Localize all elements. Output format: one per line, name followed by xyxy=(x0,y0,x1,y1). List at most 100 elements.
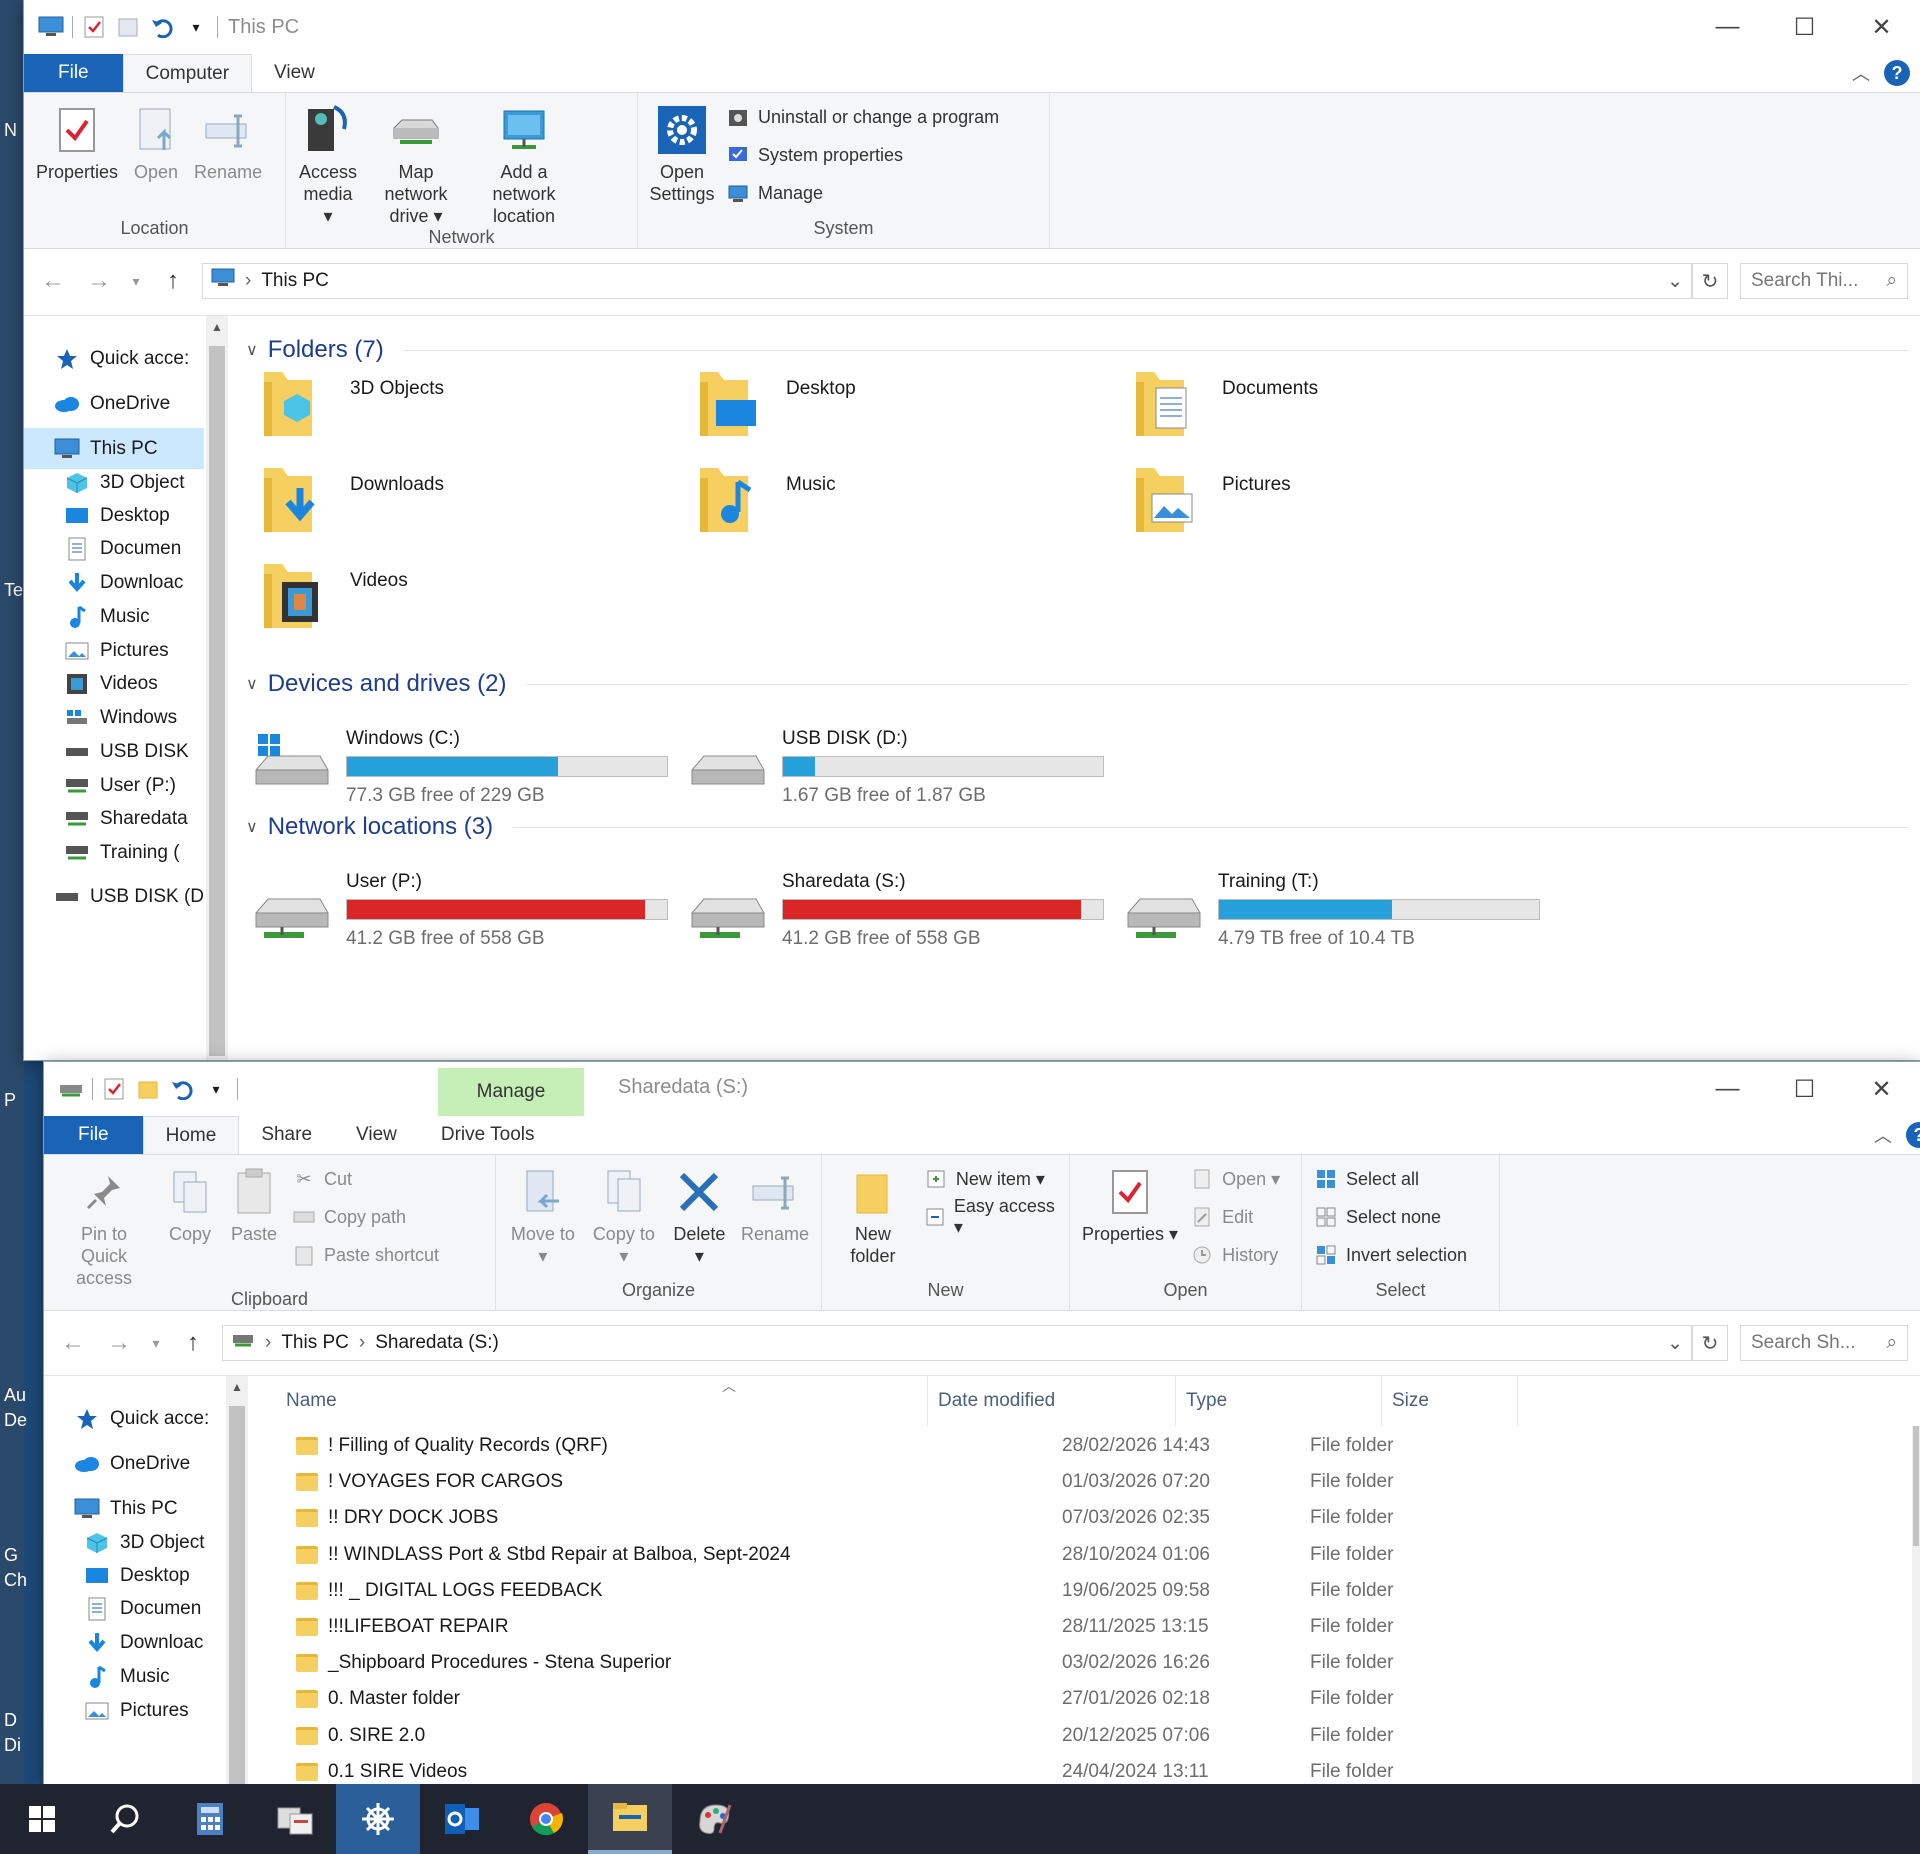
folder-tile[interactable]: Documents xyxy=(1132,366,1318,442)
file-manager-icon[interactable] xyxy=(252,1784,336,1854)
copy-button[interactable]: Copy xyxy=(158,1163,222,1245)
table-row[interactable]: 0.1 SIRE Videos 24/04/2024 13:11 File fold… xyxy=(252,1754,1920,1784)
search-input[interactable]: Search Sh... ⌕ xyxy=(1740,1325,1908,1361)
help-icon[interactable]: ? xyxy=(1884,60,1910,86)
drive-tile[interactable]: Training (T:) 4.79 TB free of 10.4 TB xyxy=(1124,865,1540,950)
context-tab-manage[interactable]: Manage xyxy=(438,1068,584,1116)
new-folder-icon[interactable] xyxy=(115,14,141,40)
tab-view[interactable]: View xyxy=(252,54,337,92)
qat-dropdown-icon[interactable]: ▾ xyxy=(203,1076,229,1102)
tab-view[interactable]: View xyxy=(334,1116,419,1154)
search-icon[interactable] xyxy=(84,1784,168,1854)
calculator-icon[interactable] xyxy=(168,1784,252,1854)
table-row[interactable]: 0. Master folder 27/01/2026 02:18 File fol… xyxy=(252,1681,1920,1717)
cut-button[interactable]: ✂ Cut xyxy=(292,1163,439,1195)
history-button[interactable]: History xyxy=(1190,1239,1280,1271)
maximize-button[interactable]: ☐ xyxy=(1766,1062,1843,1116)
table-row[interactable]: !! WINDLASS Port & Stbd Repair at Balboa… xyxy=(252,1537,1920,1573)
folder-tile[interactable]: Music xyxy=(696,462,836,538)
up-button[interactable]: ↑ xyxy=(176,1329,210,1357)
forward-button[interactable]: → xyxy=(82,267,116,295)
table-row[interactable]: !! DRY DOCK JOBS 07/03/2026 02:35 File fol… xyxy=(252,1500,1920,1536)
system-properties-button[interactable]: System properties xyxy=(726,139,999,171)
breadcrumb-this-pc[interactable]: This PC xyxy=(261,270,329,292)
sidebar-item[interactable]: USB DISK (D xyxy=(24,876,204,917)
drive-tile[interactable]: USB DISK (D:) 1.67 GB free of 1.87 GB xyxy=(688,722,1104,807)
breadcrumb-sharedata[interactable]: Sharedata (S:) xyxy=(375,1332,499,1354)
delete-button[interactable]: Delete ▾ xyxy=(664,1163,735,1267)
nav-scrollbar[interactable]: ▲ xyxy=(226,1376,248,1784)
close-button[interactable]: ✕ xyxy=(1843,1062,1920,1116)
column-size[interactable]: Size xyxy=(1382,1376,1518,1426)
paste-button[interactable]: Paste xyxy=(222,1163,286,1245)
uninstall-program-button[interactable]: Uninstall or change a program xyxy=(726,101,999,133)
move-to-button[interactable]: Move to ▾ xyxy=(502,1163,584,1267)
properties-button[interactable]: Properties xyxy=(30,101,124,183)
file-explorer-icon[interactable] xyxy=(588,1784,672,1854)
chevron-down-icon[interactable]: ⌄ xyxy=(1667,1332,1683,1355)
maximize-button[interactable]: ☐ xyxy=(1766,0,1843,54)
sidebar-item[interactable]: OneDrive xyxy=(24,383,204,424)
new-item-button[interactable]: New item ▾ xyxy=(924,1163,1057,1195)
close-button[interactable]: ✕ xyxy=(1843,0,1920,54)
copy-to-button[interactable]: Copy to ▾ xyxy=(584,1163,664,1267)
table-row[interactable]: 0. SIRE 2.0 20/12/2025 07:06 File folder xyxy=(252,1718,1920,1754)
search-input[interactable]: Search Thi... ⌕ xyxy=(1740,263,1908,299)
map-network-drive-button[interactable]: Map network drive ▾ xyxy=(364,101,468,227)
copy-path-button[interactable]: Copy path xyxy=(292,1201,439,1233)
ship-helm-icon[interactable] xyxy=(336,1784,420,1854)
folder-tile[interactable]: Videos xyxy=(260,558,408,634)
collapse-ribbon-icon[interactable]: ︿ xyxy=(1874,1122,1892,1148)
qat-dropdown-icon[interactable]: ▾ xyxy=(183,14,209,40)
rename-button[interactable]: Rename xyxy=(735,1163,815,1245)
paste-shortcut-button[interactable]: Paste shortcut xyxy=(292,1239,439,1271)
minimize-button[interactable]: — xyxy=(1689,0,1766,54)
add-network-location-button[interactable]: Add a network location xyxy=(468,101,580,227)
sidebar-item[interactable]: Quick acce: xyxy=(24,338,204,379)
table-row[interactable]: !!!LIFEBOAT REPAIR 28/11/2025 13:15 File f… xyxy=(252,1609,1920,1645)
new-folder-button[interactable]: New folder xyxy=(828,1163,918,1267)
tab-home[interactable]: Home xyxy=(142,1116,240,1154)
table-row[interactable]: _Shipboard Procedures - Stena Superior 03… xyxy=(252,1645,1920,1681)
drive-tile[interactable]: Windows (C:) 77.3 GB free of 229 GB xyxy=(252,722,668,807)
select-all-button[interactable]: Select all xyxy=(1314,1163,1467,1195)
edit-button[interactable]: Edit xyxy=(1190,1201,1280,1233)
open-settings-button[interactable]: Open Settings xyxy=(644,101,720,205)
minimize-button[interactable]: — xyxy=(1689,1062,1766,1116)
collapse-ribbon-icon[interactable]: ︿ xyxy=(1852,60,1870,86)
undo-icon[interactable] xyxy=(169,1076,195,1102)
properties-icon[interactable] xyxy=(101,1076,127,1102)
drive-tile[interactable]: User (P:) 41.2 GB free of 558 GB xyxy=(252,865,668,950)
paint-icon[interactable] xyxy=(672,1784,756,1854)
up-button[interactable]: ↑ xyxy=(156,267,190,295)
column-type[interactable]: Type xyxy=(1176,1376,1382,1426)
back-button[interactable]: ← xyxy=(56,1329,90,1357)
undo-icon[interactable] xyxy=(149,14,175,40)
tab-file[interactable]: File xyxy=(24,54,123,92)
folder-tile[interactable]: Pictures xyxy=(1132,462,1291,538)
sidebar-item[interactable]: OneDrive xyxy=(44,1443,224,1484)
easy-access-button[interactable]: Easy access ▾ xyxy=(924,1196,1057,1237)
table-row[interactable]: !!! _ DIGITAL LOGS FEEDBACK 19/06/2025 09… xyxy=(252,1573,1920,1609)
recent-locations-icon[interactable]: ▾ xyxy=(128,273,144,290)
back-button[interactable]: ← xyxy=(36,267,70,295)
open-button[interactable]: Open ▾ xyxy=(1190,1163,1280,1195)
pin-quick-access-button[interactable]: Pin to Quick access xyxy=(50,1163,158,1289)
rename-button[interactable]: Rename xyxy=(188,101,268,183)
refresh-button[interactable]: ↻ xyxy=(1692,1325,1728,1361)
table-row[interactable]: ! VOYAGES FOR CARGOS 01/03/2026 07:20 File… xyxy=(252,1464,1920,1500)
column-date-modified[interactable]: Date modified xyxy=(928,1376,1176,1426)
start-icon[interactable] xyxy=(0,1784,84,1854)
select-none-button[interactable]: Select none xyxy=(1314,1201,1467,1233)
section-folders[interactable]: ∨ Folders (7) xyxy=(246,328,1908,372)
address-box[interactable]: › This PC ⌄ xyxy=(202,263,1692,299)
chrome-icon[interactable] xyxy=(504,1784,588,1854)
tab-drive-tools[interactable]: Drive Tools xyxy=(418,1116,557,1154)
sidebar-item[interactable]: Quick acce: xyxy=(44,1398,224,1439)
folder-tile[interactable]: Desktop xyxy=(696,366,856,442)
sidebar-item[interactable]: Pictures xyxy=(44,1690,224,1731)
manage-button[interactable]: Manage xyxy=(726,177,999,209)
help-icon[interactable]: ? xyxy=(1906,1122,1920,1148)
access-media-button[interactable]: Access media ▾ xyxy=(292,101,364,227)
outlook-icon[interactable] xyxy=(420,1784,504,1854)
